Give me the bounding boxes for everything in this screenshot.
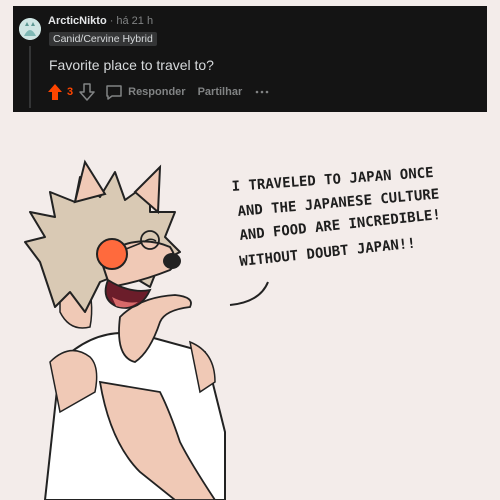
comment-meta: ArcticNikto · há 21 h bbox=[48, 15, 153, 27]
comment-body: Favorite place to travel to? bbox=[49, 57, 214, 73]
more-icon bbox=[255, 90, 269, 94]
comment-card: ArcticNikto · há 21 h Canid/Cervine Hybrid… bbox=[13, 6, 487, 112]
downvote-arrow-icon bbox=[79, 83, 95, 101]
share-label: Partilhar bbox=[197, 86, 243, 98]
artwork-illustration: I TRAVELED TO JAPAN ONCE AND THE JAPANES… bbox=[0, 112, 500, 500]
thread-line[interactable] bbox=[29, 46, 31, 108]
reply-label: Responder bbox=[128, 86, 186, 98]
timestamp[interactable]: há 21 h bbox=[116, 15, 153, 27]
upvote-button[interactable] bbox=[47, 83, 63, 101]
upvote-arrow-icon bbox=[48, 84, 62, 100]
avatar[interactable] bbox=[19, 18, 41, 40]
speech-bubble-icon bbox=[106, 85, 122, 100]
author-name[interactable]: ArcticNikto bbox=[48, 15, 107, 27]
more-options-button[interactable] bbox=[254, 89, 270, 95]
vote-count: 3 bbox=[67, 86, 74, 98]
meta-separator: · bbox=[109, 15, 114, 27]
share-button[interactable]: Partilhar bbox=[198, 86, 243, 98]
downvote-button[interactable] bbox=[79, 83, 95, 101]
user-flair: Canid/Cervine Hybrid bbox=[49, 32, 157, 46]
reply-button[interactable]: Responder bbox=[105, 84, 186, 100]
comment-actions: 3 Responder Partilhar bbox=[47, 82, 270, 102]
